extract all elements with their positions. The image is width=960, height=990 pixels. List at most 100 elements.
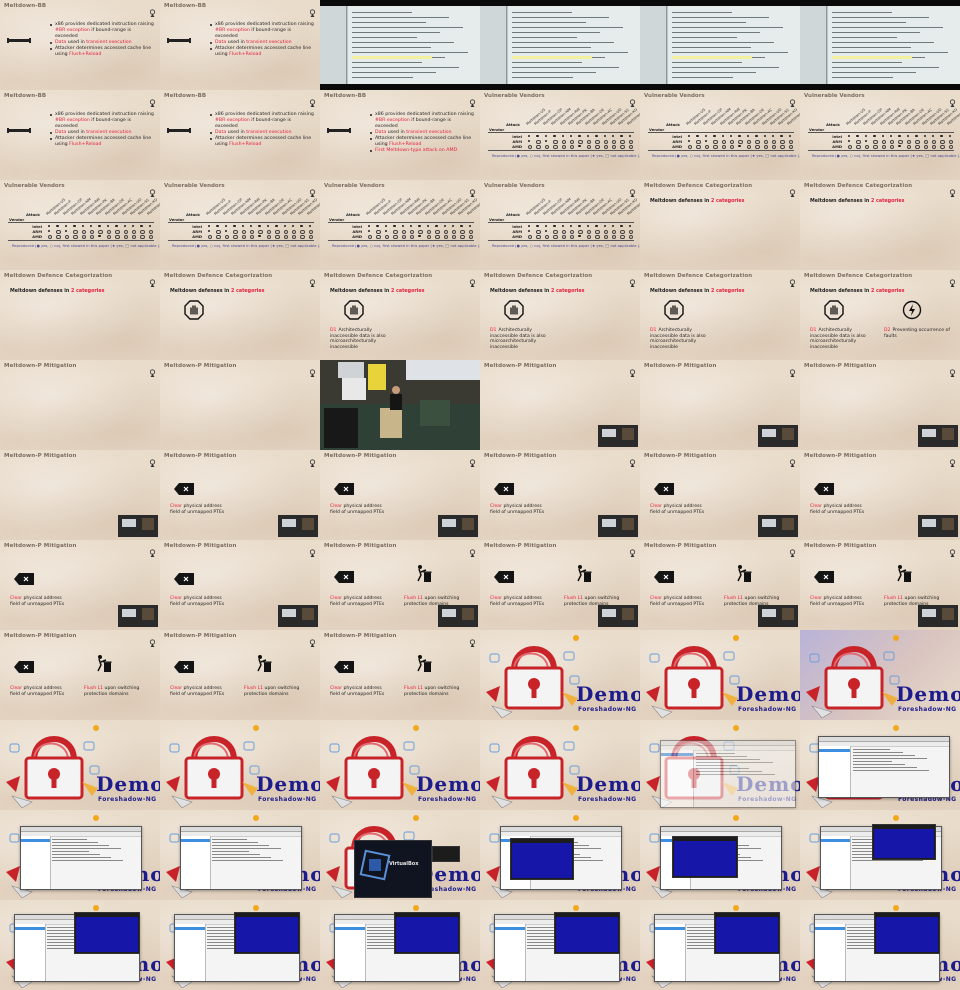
tu-graz-logo-icon: [309, 273, 316, 287]
filled-mark: [763, 135, 766, 138]
text-line: [832, 62, 902, 63]
vm-list: [821, 836, 851, 889]
vm-console-window[interactable]: [672, 836, 738, 878]
slide-title: Meltdown-BB: [164, 93, 207, 99]
slide-thumbnail: DemoForeshadow-NG: [160, 900, 320, 990]
trash-icon: [416, 654, 432, 672]
filled-mark: [64, 225, 68, 228]
bullet-list: x86 provides dedicated instruction raisi…: [210, 112, 314, 148]
slide-thumbnail: Vulnerable Vendors Meltdown-US Meltdown-P M…: [800, 90, 960, 180]
vm-list-selected[interactable]: [819, 749, 851, 752]
vm-console-window[interactable]: [510, 838, 574, 880]
tu-graz-logo-icon: [309, 543, 316, 557]
vendor-table: Intel ARM AMD: [168, 224, 314, 240]
virtualbox-manager-window: [660, 740, 796, 808]
vm-console-window[interactable]: [554, 912, 620, 954]
vm-console-window[interactable]: [394, 912, 460, 954]
empty-mark: [873, 145, 878, 150]
vm-list-selected[interactable]: [821, 839, 850, 842]
slide-thumbnail: Meltdown-P Mitigation: [640, 360, 800, 450]
filled-mark: [713, 135, 716, 138]
slide-thumbnail: DemoForeshadow-NG: [160, 720, 320, 810]
filled-mark: [368, 230, 371, 233]
vm-console-window[interactable]: [874, 912, 940, 954]
bullet-item: Attacker determines accessed cache line …: [210, 136, 314, 148]
text-line: [512, 22, 586, 23]
trash-icon: [96, 654, 112, 672]
bullet-highlight: Data: [215, 130, 227, 135]
vm-list-selected[interactable]: [661, 753, 694, 756]
demo-title: Demo: [896, 682, 960, 706]
filled-mark: [393, 225, 396, 228]
slide-thumbnail: DemoForeshadow-NG: [480, 900, 640, 990]
filled-mark: [688, 140, 691, 143]
filled-mark: [384, 225, 388, 228]
vm-list-selected[interactable]: [815, 927, 845, 930]
virtualbox-manager-window: [818, 736, 950, 798]
clear-icon: [174, 658, 194, 673]
virtualbox-name: VirtualBox: [389, 861, 419, 867]
vm-console-window[interactable]: [714, 912, 780, 954]
filled-mark: [881, 135, 884, 138]
detail-line: [852, 767, 917, 768]
filled-mark: [460, 225, 463, 228]
text-line: [512, 67, 619, 68]
slide-thumbnail: DemoForeshadow-NG: [640, 720, 800, 810]
vm-screen: [396, 917, 458, 952]
slide-thumbnail: DemoForeshadow-NG: [800, 900, 960, 990]
empty-mark: [123, 235, 128, 240]
heading-highlight: 2 categories: [711, 199, 745, 204]
empty-mark: [688, 145, 693, 150]
filled-mark: [241, 225, 244, 228]
speaker-camera-inset: [598, 425, 638, 447]
vm-list-selected[interactable]: [335, 927, 365, 930]
text-line: [512, 72, 596, 73]
vm-screen: [876, 917, 938, 952]
stop-hand-icon: [504, 300, 524, 320]
empty-mark: [923, 145, 928, 150]
empty-mark: [553, 145, 558, 150]
filled-mark: [528, 135, 531, 138]
heading-highlight: 2 categories: [871, 289, 905, 294]
vm-list-selected[interactable]: [15, 927, 45, 930]
slide-thumbnail: DemoForeshadow-NG: [800, 720, 960, 810]
empty-mark: [148, 235, 154, 240]
tu-graz-logo-icon: [949, 273, 956, 287]
empty-mark: [544, 145, 550, 150]
padlock-illustration: [164, 722, 264, 809]
filled-mark: [628, 225, 632, 228]
bullet-highlight: Data: [55, 130, 67, 135]
text-line: [352, 72, 436, 73]
slide-thumbnail: DemoForeshadow-NG: [480, 720, 640, 810]
bullet-highlight: Flush+Reload: [229, 52, 262, 57]
vm-list-selected[interactable]: [655, 927, 685, 930]
tu-graz-logo-icon: [949, 543, 956, 557]
clear-icon: [814, 480, 834, 495]
detail-line: [212, 845, 270, 846]
vm-list-selected[interactable]: [495, 927, 525, 930]
filled-mark: [620, 225, 623, 228]
empty-mark: [586, 145, 592, 150]
clear-text: Clear physical address field of unmapped…: [330, 596, 390, 607]
text-line: [352, 42, 454, 43]
filled-mark: [890, 135, 893, 138]
vm-console-window[interactable]: [872, 824, 936, 860]
vm-console-window[interactable]: [74, 912, 140, 954]
slide-thumbnail: Meltdown-P Mitigation Clear physical addr…: [480, 450, 640, 540]
vm-details: [852, 747, 947, 795]
detail-line: [52, 842, 99, 843]
vendor-table: Intel ARM AMD: [8, 224, 154, 240]
vm-list-selected[interactable]: [181, 839, 210, 842]
tu-graz-logo-icon: [149, 93, 156, 107]
detail-line: [212, 854, 260, 855]
detail-line: [212, 851, 249, 852]
vm-console-window[interactable]: [234, 912, 300, 954]
vm-list-selected[interactable]: [21, 839, 50, 842]
vm-list-selected[interactable]: [175, 927, 205, 930]
filled-mark: [258, 225, 261, 228]
paper-screenshot: [320, 6, 480, 84]
empty-mark: [283, 235, 288, 240]
filled-mark: [443, 225, 446, 228]
trash-icon: [416, 564, 432, 582]
table-rule: [8, 222, 154, 223]
